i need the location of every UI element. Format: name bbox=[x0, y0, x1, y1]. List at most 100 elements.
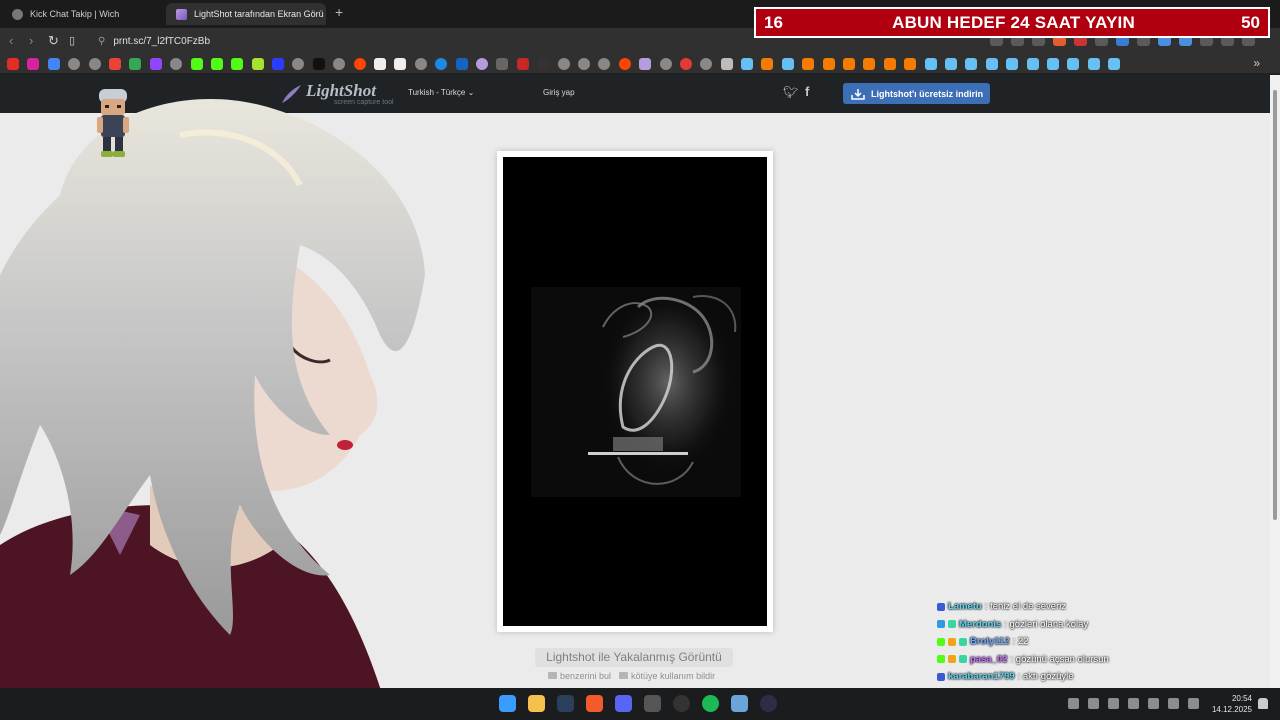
file-explorer-icon[interactable] bbox=[528, 695, 545, 712]
steam-bookmark-icon[interactable] bbox=[1026, 57, 1039, 70]
youtube-bookmark-icon[interactable] bbox=[7, 57, 19, 70]
globe-bookmark-icon[interactable] bbox=[577, 57, 590, 70]
kick-bookmark-icon[interactable] bbox=[190, 57, 203, 70]
notification-bell-icon[interactable] bbox=[1258, 698, 1268, 709]
globe-bookmark-icon[interactable] bbox=[598, 57, 611, 70]
bookmark-icon[interactable] bbox=[843, 57, 856, 70]
steam-bookmark-icon[interactable] bbox=[924, 57, 937, 70]
globe-bookmark-icon[interactable] bbox=[414, 57, 427, 70]
reddit-bookmark-icon[interactable] bbox=[618, 57, 631, 70]
twitter-icon[interactable]: 🐦︎ bbox=[783, 85, 798, 99]
p-bookmark-icon[interactable] bbox=[374, 57, 387, 70]
steam-bookmark-icon[interactable] bbox=[965, 57, 978, 70]
find-similar-link[interactable]: benzerini bul bbox=[548, 671, 611, 681]
steam-bookmark-icon[interactable] bbox=[781, 57, 794, 70]
twitch-bookmark-icon[interactable] bbox=[149, 57, 162, 70]
language-select[interactable]: Turkish - Türkçe ⌄ bbox=[408, 88, 474, 97]
app-icon[interactable] bbox=[731, 695, 748, 712]
bookmark-icon[interactable] bbox=[904, 57, 917, 70]
facebook-icon[interactable]: f bbox=[805, 84, 809, 99]
steam-bookmark-icon[interactable] bbox=[741, 57, 754, 70]
bookmark-icon[interactable] bbox=[679, 57, 692, 70]
gmail-bookmark-icon[interactable] bbox=[108, 57, 121, 70]
brave-browser-icon[interactable] bbox=[586, 695, 603, 712]
back-icon[interactable]: ‹ bbox=[9, 33, 13, 49]
translate-bookmark-icon[interactable] bbox=[47, 57, 60, 70]
instagram-bookmark-icon[interactable] bbox=[27, 57, 40, 70]
steam-bookmark-icon[interactable] bbox=[944, 57, 957, 70]
bookmark-icon[interactable] bbox=[475, 57, 488, 70]
lightshot-logo[interactable]: LightShot screen capture tool bbox=[280, 81, 394, 106]
amazon-bookmark-icon[interactable] bbox=[394, 57, 407, 70]
taskbar-clock[interactable]: 20:54 14.12.2025 bbox=[1208, 693, 1252, 715]
reddit-bookmark-icon[interactable] bbox=[353, 57, 366, 70]
goal-current: 16 bbox=[764, 12, 783, 32]
reload-icon[interactable]: ↻ bbox=[48, 33, 59, 49]
forward-icon[interactable]: › bbox=[29, 33, 33, 49]
steam-bookmark-icon[interactable] bbox=[1108, 57, 1121, 70]
globe-icon bbox=[12, 8, 23, 20]
app-icon[interactable] bbox=[644, 695, 661, 712]
globe-bookmark-icon[interactable] bbox=[557, 57, 570, 70]
steam-bookmark-icon[interactable] bbox=[1006, 57, 1019, 70]
steam-tray-icon[interactable] bbox=[1108, 698, 1119, 709]
site-settings-icon[interactable]: ⚲ bbox=[98, 36, 105, 47]
kick-bookmark-icon[interactable] bbox=[537, 57, 550, 70]
globe-bookmark-icon[interactable] bbox=[292, 57, 305, 70]
chat-badge-icon bbox=[937, 620, 945, 629]
kick-bookmark-icon[interactable] bbox=[231, 57, 244, 70]
bookmark-icon[interactable] bbox=[802, 57, 815, 70]
caption-links: benzerini bul kötüye kullanım bildir bbox=[548, 671, 715, 681]
bookmark-icon[interactable] bbox=[435, 57, 448, 70]
bookmark-icon[interactable] bbox=[516, 57, 529, 70]
steam-bookmark-icon[interactable] bbox=[985, 57, 998, 70]
bookmark-icon[interactable] bbox=[496, 57, 509, 70]
mic-icon[interactable] bbox=[1148, 698, 1159, 709]
globe-bookmark-icon[interactable] bbox=[88, 57, 101, 70]
x-bookmark-icon[interactable] bbox=[312, 57, 325, 70]
clock-time: 20:54 bbox=[1231, 694, 1252, 703]
discord-icon[interactable] bbox=[615, 695, 632, 712]
network-icon[interactable] bbox=[1168, 698, 1179, 709]
steam-bookmark-icon[interactable] bbox=[1046, 57, 1059, 70]
download-button[interactable]: Lightshot'ı ücretsiz indirin bbox=[843, 83, 990, 104]
nhl-bookmark-icon[interactable] bbox=[455, 57, 468, 70]
scrollbar-thumb[interactable] bbox=[1273, 90, 1277, 520]
kick-bookmark-icon[interactable] bbox=[210, 57, 223, 70]
new-tab-button[interactable]: + bbox=[335, 4, 343, 20]
globe-bookmark-icon[interactable] bbox=[68, 57, 81, 70]
lightshot-bookmark-icon[interactable] bbox=[639, 57, 652, 70]
globe-bookmark-icon[interactable] bbox=[700, 57, 713, 70]
bookmark-icon[interactable] bbox=[272, 57, 285, 70]
globe-bookmark-icon[interactable] bbox=[333, 57, 346, 70]
app-icon[interactable] bbox=[760, 695, 777, 712]
spotify-icon[interactable] bbox=[702, 695, 719, 712]
kick-bookmark-icon[interactable] bbox=[251, 57, 264, 70]
folder-bookmark-icon[interactable] bbox=[720, 57, 733, 70]
speaker-icon[interactable] bbox=[1188, 698, 1199, 709]
steam-bookmark-icon[interactable] bbox=[1087, 57, 1100, 70]
tray-expand-icon[interactable] bbox=[1068, 698, 1079, 709]
bookmark-icon[interactable] bbox=[761, 57, 774, 70]
steam-icon[interactable] bbox=[557, 695, 574, 712]
windows-start-icon[interactable] bbox=[499, 695, 516, 712]
screenshot-image[interactable] bbox=[503, 157, 767, 626]
tray-app-icon[interactable] bbox=[1088, 698, 1099, 709]
volume-icon[interactable] bbox=[1128, 698, 1139, 709]
login-link[interactable]: Giriş yap bbox=[543, 88, 575, 97]
page-scrollbar[interactable] bbox=[1270, 75, 1280, 688]
tab-lightshot[interactable]: LightShot tarafından Ekran Görü ✕ bbox=[166, 3, 326, 25]
obs-icon[interactable] bbox=[673, 695, 690, 712]
bookmark-icon[interactable]: ▯ bbox=[69, 33, 75, 49]
steam-bookmark-icon[interactable] bbox=[1067, 57, 1080, 70]
globe-bookmark-icon[interactable] bbox=[659, 57, 672, 70]
report-abuse-link[interactable]: kötüye kullanım bildir bbox=[619, 671, 715, 681]
globe-bookmark-icon[interactable] bbox=[170, 57, 183, 70]
tab-kick-chat[interactable]: Kick Chat Takip | Wich bbox=[2, 3, 164, 25]
stream-goal-banner: 16 ABUN HEDEF 24 SAAT YAYIN 50 bbox=[754, 7, 1270, 38]
bookmark-icon[interactable] bbox=[883, 57, 896, 70]
bookmark-icon[interactable] bbox=[863, 57, 876, 70]
drive-bookmark-icon[interactable] bbox=[129, 57, 142, 70]
bookmark-icon[interactable] bbox=[822, 57, 835, 70]
more-bookmarks-icon[interactable]: » bbox=[1253, 56, 1260, 70]
